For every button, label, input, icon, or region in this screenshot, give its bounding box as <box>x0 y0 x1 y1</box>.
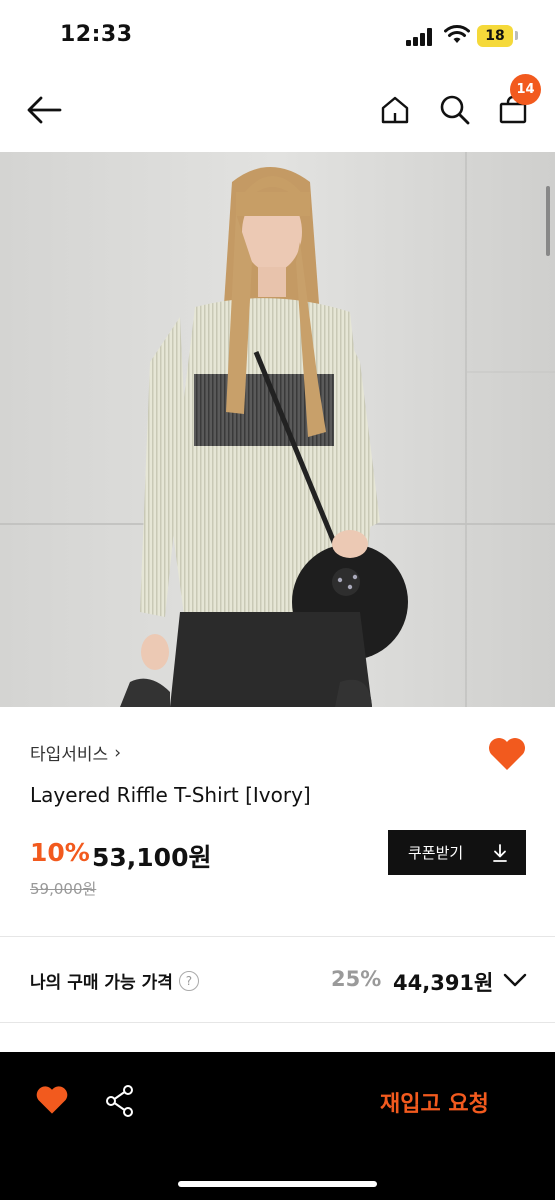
help-icon[interactable]: ? <box>178 970 199 991</box>
product-image[interactable] <box>0 152 555 707</box>
section-divider <box>0 1022 555 1023</box>
chevron-down-icon <box>503 973 527 987</box>
bottom-like-button[interactable] <box>35 1084 69 1118</box>
home-button[interactable] <box>376 90 414 130</box>
cart-count-badge: 14 <box>510 74 541 105</box>
my-discount-rate: 25% <box>331 967 382 991</box>
back-button[interactable] <box>22 90 66 130</box>
battery-icon: 18 <box>477 25 513 47</box>
sale-price: 53,100원 <box>92 843 212 872</box>
brand-name: 타입서비스 <box>30 745 109 765</box>
home-icon <box>381 96 409 124</box>
download-icon <box>493 843 507 862</box>
wifi-icon <box>444 25 470 43</box>
section-divider <box>0 936 555 937</box>
expand-my-price-button[interactable] <box>502 968 528 990</box>
get-coupon-button[interactable]: 쿠폰받기 <box>388 830 526 875</box>
back-arrow-icon <box>27 96 62 124</box>
my-price-label: 나의 구매 가능 가격 ? <box>30 968 199 993</box>
home-indicator <box>178 1181 377 1187</box>
coupon-label: 쿠폰받기 <box>408 844 464 862</box>
share-button[interactable] <box>104 1084 136 1118</box>
brand-chevron: › <box>114 742 122 763</box>
restock-request-button[interactable]: 재입고 요청 <box>380 1086 489 1118</box>
product-photo <box>0 152 555 707</box>
my-price-title: 나의 구매 가능 가격 <box>30 973 173 993</box>
battery-tip <box>515 31 518 40</box>
brand-link[interactable]: 타입서비스 › <box>30 740 122 766</box>
top-nav <box>0 70 555 152</box>
my-available-price: 44,391원 <box>393 971 494 995</box>
discount-rate: 10% <box>30 838 90 867</box>
share-icon <box>106 1085 133 1117</box>
status-bar: 12:33 18 <box>0 0 555 70</box>
heart-icon <box>36 1086 68 1114</box>
signal-icon <box>406 28 434 46</box>
image-scroll-indicator <box>546 186 550 256</box>
original-price: 59,000원 <box>30 880 97 898</box>
search-button[interactable] <box>436 90 474 130</box>
like-button[interactable] <box>487 736 527 772</box>
search-icon <box>440 95 470 125</box>
heart-icon <box>489 738 525 770</box>
status-time: 12:33 <box>60 22 133 47</box>
bottom-action-bar <box>0 1052 555 1200</box>
product-name: Layered Riffle T-Shirt [Ivory] <box>30 783 311 807</box>
